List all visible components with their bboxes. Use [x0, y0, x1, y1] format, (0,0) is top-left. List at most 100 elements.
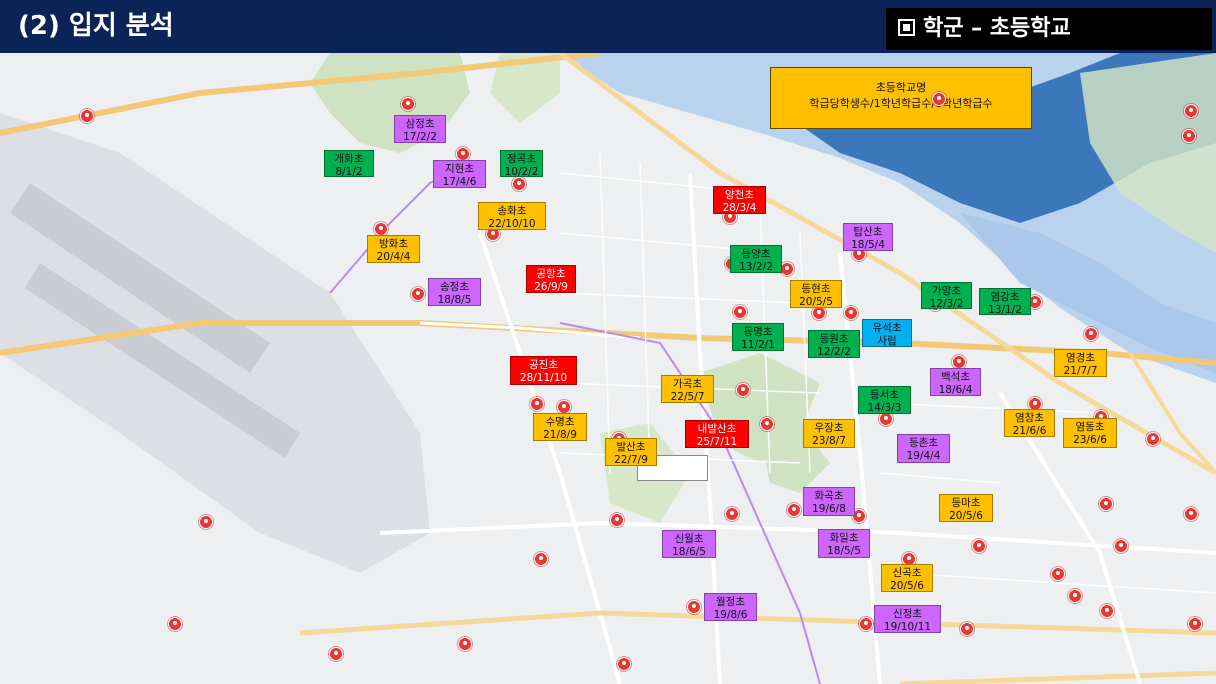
school-stats: 13/1/2	[988, 304, 1022, 316]
school-label[interactable]: 탑산초 18/5/4	[843, 223, 893, 251]
school-label[interactable]: 염강초 13/1/2	[979, 288, 1031, 316]
school-stats: 13/2/2	[739, 261, 773, 273]
school-stats: 18/5/4	[851, 239, 885, 251]
school-pin-icon[interactable]	[1051, 567, 1065, 581]
school-label[interactable]: 등현초 20/5/5	[790, 280, 842, 308]
school-pin-icon[interactable]	[1100, 604, 1114, 618]
school-label[interactable]: 등명초 11/2/1	[732, 323, 784, 351]
school-pin-icon[interactable]	[736, 383, 750, 397]
school-pin-icon[interactable]	[1184, 507, 1198, 521]
school-label[interactable]: 송화초 22/10/10	[478, 202, 546, 230]
school-name: 탑산초	[853, 226, 883, 238]
school-stats: 18/6/4	[938, 384, 973, 396]
school-name: 등명초	[743, 326, 773, 338]
school-pin-icon[interactable]	[1184, 104, 1198, 118]
school-name: 공진초	[529, 359, 558, 371]
school-pin-icon[interactable]	[610, 513, 624, 527]
school-pin-icon[interactable]	[972, 539, 986, 553]
school-label[interactable]: 백석초 18/6/4	[930, 368, 981, 396]
school-stats: 20/4/4	[376, 251, 411, 263]
school-pin-icon[interactable]	[687, 600, 701, 614]
school-pin-icon[interactable]	[952, 355, 966, 369]
school-name: 방화초	[379, 238, 408, 250]
school-label[interactable]: 우장초 23/8/7	[803, 419, 855, 448]
school-pin-icon[interactable]	[530, 397, 544, 411]
school-label[interactable]: 염창초 21/6/6	[1004, 409, 1055, 437]
school-label[interactable]: 공항초 26/9/9	[526, 265, 576, 293]
school-label[interactable]: 신정초 19/10/11	[874, 605, 941, 633]
school-pin-icon[interactable]	[960, 622, 974, 636]
school-label[interactable]: 등촌초 19/4/4	[897, 434, 950, 463]
school-name: 화일초	[829, 532, 859, 544]
school-stats: 18/5/5	[827, 545, 861, 557]
school-label[interactable]: 염동초 23/6/6	[1063, 418, 1117, 448]
school-pin-icon[interactable]	[512, 177, 526, 191]
school-name: 정곡초	[507, 153, 536, 165]
school-pin-icon[interactable]	[1099, 497, 1113, 511]
school-label[interactable]: 등서초 14/3/3	[858, 386, 911, 414]
school-pin-icon[interactable]	[844, 306, 858, 320]
school-label[interactable]: 내발산초 25/7/11	[685, 420, 749, 448]
school-pin-icon[interactable]	[374, 222, 388, 236]
school-name: 등원초	[819, 333, 849, 345]
school-pin-icon[interactable]	[199, 515, 213, 529]
school-stats: 사립	[877, 335, 897, 347]
school-label[interactable]: 신곡초 20/5/6	[881, 564, 933, 592]
school-pin-icon[interactable]	[787, 503, 801, 517]
school-pin-icon[interactable]	[168, 617, 182, 631]
school-pin-icon[interactable]	[411, 287, 425, 301]
school-pin-icon[interactable]	[458, 637, 472, 651]
district-map[interactable]: 초등학교명 학급당학생수/1학년학급수/6학년학급수 삼정초 17/2/2 개화초 8…	[0, 53, 1216, 684]
school-label[interactable]: 방화초 20/4/4	[367, 235, 420, 263]
school-label[interactable]: 가양초 12/3/2	[921, 282, 972, 310]
school-label[interactable]: 등마초 20/5/6	[939, 494, 993, 522]
school-label[interactable]: 발산초 22/7/9	[605, 438, 657, 466]
school-pin-icon[interactable]	[1182, 129, 1196, 143]
school-pin-icon[interactable]	[1068, 589, 1082, 603]
school-pin-icon[interactable]	[932, 92, 946, 106]
school-label[interactable]: 월정초 19/8/6	[704, 593, 757, 621]
school-stats: 10/2/2	[504, 166, 539, 178]
school-stats: 20/5/6	[949, 510, 983, 522]
school-pin-icon[interactable]	[80, 109, 94, 123]
school-label[interactable]: 화곡초 19/6/8	[803, 487, 855, 516]
school-pin-icon[interactable]	[1084, 327, 1098, 341]
school-pin-icon[interactable]	[456, 147, 470, 161]
legend-line-2: 학급당학생수/1학년학급수/6학년학급수	[809, 97, 993, 110]
school-label[interactable]: 등원초 12/2/2	[808, 330, 860, 358]
school-pin-icon[interactable]	[534, 552, 548, 566]
school-label[interactable]: 삼정초 17/2/2	[394, 115, 446, 143]
school-pin-icon[interactable]	[1114, 539, 1128, 553]
school-name: 염동초	[1075, 421, 1105, 433]
school-label[interactable]: 화일초 18/5/5	[818, 529, 870, 558]
school-stats: 20/5/6	[890, 580, 924, 592]
school-label[interactable]: 신월초 18/6/5	[662, 530, 716, 558]
school-pin-icon[interactable]	[859, 617, 873, 631]
school-label[interactable]: 송정초 18/8/5	[428, 278, 481, 306]
school-label[interactable]: 개화초 8/1/2	[324, 150, 374, 178]
school-pin-icon[interactable]	[1188, 617, 1202, 631]
school-name: 염강초	[990, 291, 1020, 303]
school-stats: 28/11/10	[519, 372, 568, 384]
school-label[interactable]: 가곡초 22/5/7	[661, 375, 714, 403]
school-pin-icon[interactable]	[557, 400, 571, 414]
school-label[interactable]: 수명초 21/8/9	[533, 413, 587, 441]
school-label[interactable]: 유석초 사립	[862, 319, 912, 347]
school-pin-icon[interactable]	[329, 647, 343, 661]
school-name: 가곡초	[673, 378, 702, 390]
school-pin-icon[interactable]	[617, 657, 631, 671]
school-name: 내발산초	[697, 423, 737, 435]
school-pin-icon[interactable]	[733, 305, 747, 319]
school-label[interactable]: 등양초 13/2/2	[730, 245, 782, 273]
school-label[interactable]: 염경초 21/7/7	[1054, 349, 1107, 377]
school-label[interactable]: 정곡초 10/2/2	[500, 150, 543, 178]
school-pin-icon[interactable]	[725, 507, 739, 521]
school-label[interactable]: 양천초 28/3/4	[713, 186, 766, 214]
school-label[interactable]: 공진초 28/11/10	[510, 356, 577, 385]
school-pin-icon[interactable]	[760, 417, 774, 431]
school-pin-icon[interactable]	[780, 262, 794, 276]
school-pin-icon[interactable]	[1146, 432, 1160, 446]
school-pin-icon[interactable]	[401, 97, 415, 111]
school-label[interactable]: 지현초 17/4/6	[433, 160, 486, 188]
school-stats: 22/5/7	[670, 391, 705, 403]
